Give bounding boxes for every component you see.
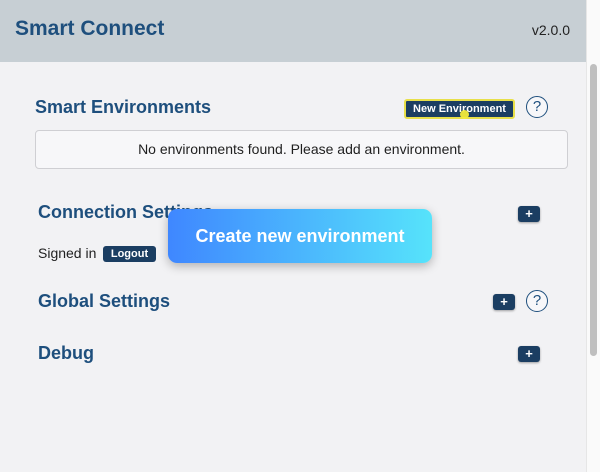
help-icon[interactable]: ? [526,96,548,118]
version-label: v2.0.0 [531,22,570,38]
section-title-smart-environments: Smart Environments [35,97,212,117]
section-title-global-settings[interactable]: Global Settings [38,291,170,312]
section-title-debug[interactable]: Debug [38,343,94,364]
scrollbar-thumb[interactable] [590,64,597,356]
help-icon[interactable]: ? [526,290,548,312]
expand-connection-settings-button[interactable]: + [518,206,540,222]
expand-global-settings-button[interactable]: + [493,294,515,310]
logout-button[interactable]: Logout [103,246,156,262]
app-header: Smart Connect v2.0.0 [0,0,586,62]
expand-debug-button[interactable]: + [518,346,540,362]
app-title: Smart Connect [15,17,165,40]
empty-environments-message: No environments found. Please add an env… [35,130,568,169]
signed-in-status: Signed in [38,245,97,261]
cursor-highlight [460,110,469,119]
create-environment-tooltip: Create new environment [168,209,432,263]
